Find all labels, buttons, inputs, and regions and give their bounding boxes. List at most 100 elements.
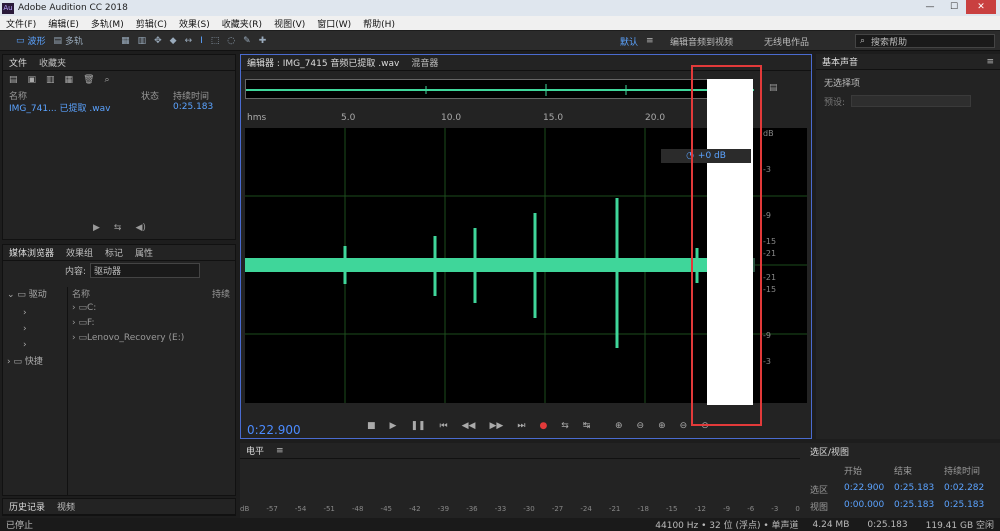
toolbar: ▭ 波形 ▤ 多轨 ▦ ▥ ✥ ◆ ↔ I ⬚ ◌ ✎ ✚ — [0, 31, 1000, 51]
menu-clip[interactable]: 剪辑(C) — [136, 17, 167, 30]
multitrack-view-button[interactable]: ▤ 多轨 — [50, 34, 88, 48]
drive-icon: › — [23, 340, 27, 350]
pitch-button[interactable]: ▥ — [134, 34, 151, 48]
marquee-tool-button[interactable]: ⬚ — [207, 34, 224, 48]
menu-multitrack[interactable]: 多轨(M) — [91, 17, 124, 30]
drive-icon: › — [23, 324, 27, 334]
spectral-button[interactable]: ▦ — [117, 34, 134, 48]
multitrack-icon: ▤ — [53, 35, 63, 46]
menu-edit[interactable]: 编辑(E) — [48, 17, 79, 30]
menu-favorites[interactable]: 收藏夹(R) — [222, 17, 262, 30]
open-file-icon[interactable]: ▣ — [28, 75, 37, 85]
list-item[interactable]: › ▭ C: — [68, 302, 235, 314]
search-icon: ⌕ — [860, 36, 866, 46]
workspace-radio[interactable]: 无线电作品 — [764, 31, 809, 51]
list-item[interactable]: › ▭ F: — [68, 317, 235, 329]
panel-menu-icon[interactable]: ≡ — [986, 57, 994, 67]
loop-icon[interactable]: ⇆ — [114, 223, 122, 233]
pause-icon[interactable]: ❚❚ — [410, 421, 425, 431]
tab-media-browser[interactable]: 媒体浏览器 — [9, 246, 54, 259]
rewind-icon[interactable]: ◀◀ — [462, 421, 476, 431]
selection-duration[interactable]: 0:02.282 — [944, 483, 984, 496]
zoom-in-time-icon[interactable]: ⊕ — [658, 421, 666, 431]
record-icon[interactable]: ● — [539, 421, 547, 431]
new-file-icon[interactable]: ▥ — [46, 75, 55, 85]
transport-controls: ■ ▶ ❚❚ ⏮ ◀◀ ▶▶ ⏭ ● ⇆ ↹ — [367, 421, 590, 431]
skip-end-icon[interactable]: ⏭ — [517, 421, 525, 431]
loop-icon[interactable]: ⇆ — [561, 421, 569, 431]
status-bar: 已停止 44100 Hz • 32 位 (浮点) • 单声道 4.24 MB 0… — [0, 518, 1000, 531]
content-dropdown[interactable]: 驱动器 — [90, 262, 201, 278]
menu-bar: 文件(F) 编辑(E) 多轨(M) 剪辑(C) 效果(S) 收藏夹(R) 视图(… — [0, 16, 1000, 30]
menu-window[interactable]: 窗口(W) — [317, 17, 351, 30]
red-highlight-box — [691, 65, 762, 426]
window-title: Adobe Audition CC 2018 — [18, 3, 128, 13]
razor-tool-button[interactable]: ◆ — [166, 34, 181, 48]
volume-icon[interactable]: ◀) — [135, 223, 145, 233]
file-row[interactable]: IMG_741... 已提取 .wav 0:25.183 — [3, 101, 235, 114]
zoom-icon[interactable]: ▤ — [769, 83, 778, 93]
workspace-menu-icon: ≡ — [646, 36, 654, 46]
levels-scale: dB -57 -54 -51 -48 -45 -42 -39 -36 -33 -30 -27 -24 -2… — [240, 505, 800, 513]
move-tool-button[interactable]: ✥ — [150, 34, 166, 48]
overview-bar[interactable] — [245, 79, 754, 99]
selection-start[interactable]: 0:22.900 — [844, 483, 894, 496]
maximize-button[interactable]: ☐ — [942, 0, 966, 14]
stop-icon[interactable]: ■ — [367, 421, 376, 431]
view-end[interactable]: 0:25.183 — [894, 500, 944, 513]
view-start[interactable]: 0:00.000 — [844, 500, 894, 513]
tab-history[interactable]: 历史记录 — [9, 500, 45, 513]
workspace-edit-video[interactable]: 编辑音频到视频 — [670, 31, 733, 51]
files-panel: 文件 收藏夹 ▤ ▣ ▥ ▦ 🗑 ⌕ 名称 状态 持续时间 IMG_741... 已提取 .wa… — [2, 54, 236, 240]
preset-dropdown[interactable] — [851, 95, 972, 107]
brush-tool-button[interactable]: ✎ — [239, 34, 255, 48]
tab-editor[interactable]: 编辑器 : IMG_7415 音频已提取 .wav — [247, 56, 399, 69]
tree-shortcuts[interactable]: › ▭ 快捷 — [7, 354, 47, 367]
workspace-default[interactable]: 默认 ≡ — [620, 31, 654, 51]
time-selection-tool-button[interactable]: I — [196, 34, 207, 48]
db-scale: dB -3 -9 -15 -21 -21 -15 -9 -3 — [763, 129, 777, 366]
selection-end[interactable]: 0:25.183 — [894, 483, 944, 496]
waveform-view-button[interactable]: ▭ 波形 — [12, 34, 50, 48]
zoom-out-amplitude-icon[interactable]: ⊖ — [637, 421, 645, 431]
import-file-icon[interactable]: ▤ — [9, 75, 18, 85]
audition-logo-icon: Au — [2, 2, 14, 14]
minimize-button[interactable]: — — [918, 0, 942, 14]
tab-markers[interactable]: 标记 — [105, 246, 123, 259]
menu-effects[interactable]: 效果(S) — [179, 17, 210, 30]
waveform-icon: ▭ — [16, 35, 25, 46]
current-time-display: 0:22.900 — [247, 423, 301, 437]
list-item[interactable]: › ▭ Lenovo_Recovery (E:) — [68, 332, 235, 344]
play-icon[interactable]: ▶ — [390, 421, 397, 431]
delete-icon[interactable]: 🗑 — [83, 75, 94, 85]
slip-tool-button[interactable]: ↔ — [181, 34, 197, 48]
tab-effects-rack[interactable]: 效果组 — [66, 246, 93, 259]
overview-waveform — [246, 84, 754, 96]
search-help-field[interactable]: ⌕ 搜索帮助 — [855, 34, 995, 48]
fast-forward-icon[interactable]: ▶▶ — [489, 421, 503, 431]
history-panel: 历史记录 视频 — [2, 498, 236, 516]
levels-panel: 电平 ≡ dB -57 -54 -51 -48 -45 -42 -39 -36 -33 -30 -27-… — [240, 443, 1000, 518]
play-icon[interactable]: ▶ — [93, 223, 100, 233]
close-button[interactable]: ✕ — [966, 0, 996, 14]
essential-sound-title: 基本声音 — [822, 58, 859, 68]
tab-mixer[interactable]: 混音器 — [411, 56, 438, 69]
lasso-tool-button[interactable]: ◌ — [223, 34, 239, 48]
menu-view[interactable]: 视图(V) — [274, 17, 305, 30]
zoom-in-amplitude-icon[interactable]: ⊕ — [615, 421, 623, 431]
menu-file[interactable]: 文件(F) — [6, 17, 36, 30]
search-files-icon[interactable]: ⌕ — [105, 75, 110, 85]
tab-properties[interactable]: 属性 — [135, 246, 153, 259]
skip-icon[interactable]: ↹ — [583, 421, 591, 431]
tab-favorites[interactable]: 收藏夹 — [39, 56, 66, 69]
levels-menu-icon[interactable]: ≡ — [276, 446, 284, 456]
spot-heal-tool-button[interactable]: ✚ — [255, 34, 271, 48]
tab-video[interactable]: 视频 — [57, 500, 75, 513]
save-icon[interactable]: ▦ — [65, 75, 74, 85]
tab-files[interactable]: 文件 — [9, 56, 27, 69]
tree-drives[interactable]: ⌄ ▭ 驱动 — [7, 287, 47, 300]
zoom-out-time-icon[interactable]: ⊖ — [680, 421, 688, 431]
skip-start-icon[interactable]: ⏮ — [440, 421, 448, 431]
view-duration[interactable]: 0:25.183 — [944, 500, 984, 513]
menu-help[interactable]: 帮助(H) — [363, 17, 395, 30]
